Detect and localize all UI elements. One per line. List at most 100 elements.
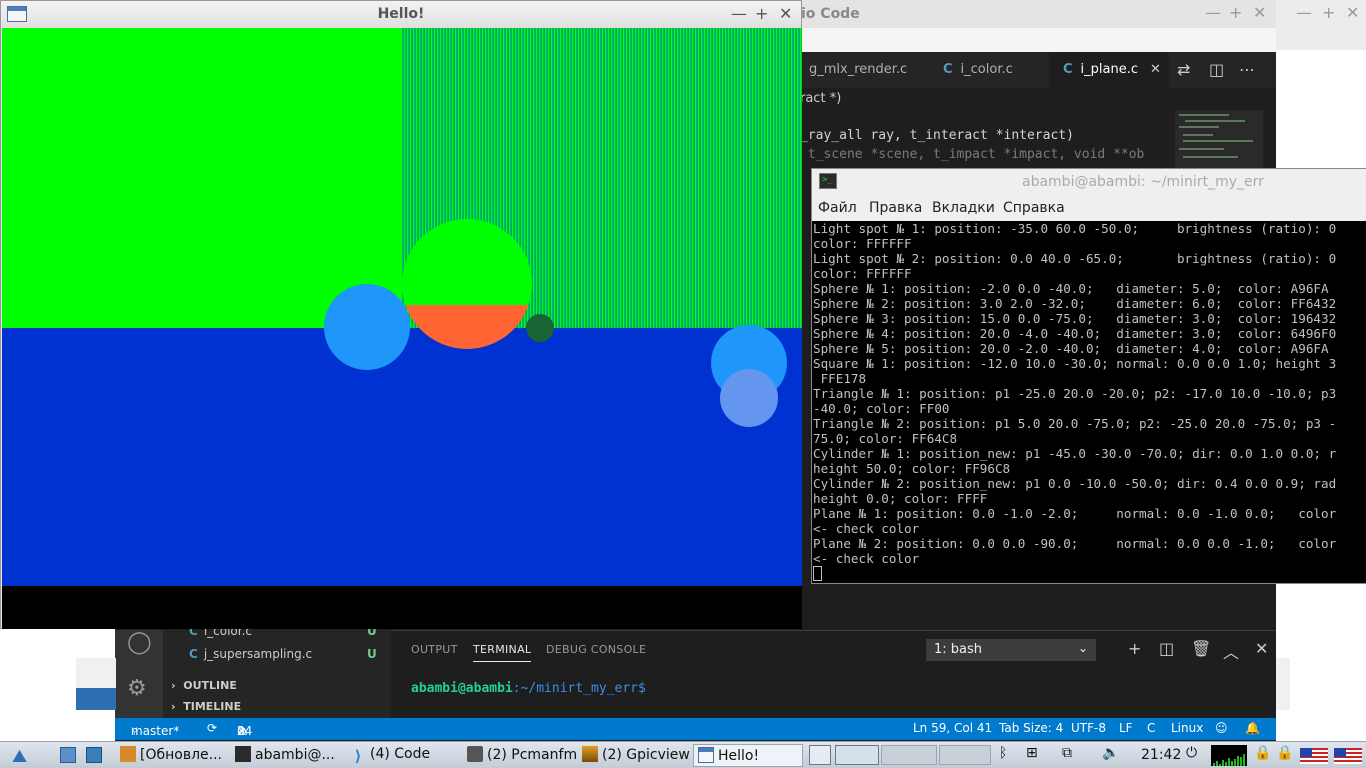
maximize-icon[interactable]: + [1322,3,1335,22]
trash-icon[interactable]: 🗑 [1191,639,1211,658]
pager-workspace-3[interactable] [881,745,937,765]
cpu-monitor [1211,745,1247,766]
us-flag-icon[interactable] [1334,748,1362,764]
terminal-select-value: 1: bash [934,642,983,657]
menu-help[interactable]: Справка [1003,200,1065,216]
c-file-icon: C [189,647,198,661]
terminal-titlebar[interactable]: >_ abambi@abambi: ~/minirt_my_err [812,169,1366,195]
close-icon[interactable]: ✕ [1346,3,1359,22]
chevron-right-icon: › [171,679,176,692]
terminal-line: Plane № 2: position: 0.0 0.0 -90.0; norm… [813,536,1337,551]
terminal-output[interactable]: Light spot № 1: position: -35.0 60.0 -50… [813,221,1366,583]
source-control-icon[interactable]: ⇄ [1177,60,1190,79]
tab-size[interactable]: Tab Size: 4 [999,721,1063,735]
terminal-line: Sphere № 5: position: 20.0 -2.0 -40.0; d… [813,341,1329,356]
render-canvas[interactable] [2,28,802,629]
chevron-up-icon[interactable]: ︿ [1223,639,1239,663]
start-menu-icon[interactable]: ⛰ [4,744,48,767]
branch-name: master* [131,724,180,738]
sync-icon[interactable]: ⟳ [207,721,217,735]
section-label: OUTLINE [183,679,237,692]
volume-icon[interactable]: 🔈 [1102,745,1119,761]
close-icon[interactable]: ✕ [779,4,792,23]
encoding[interactable]: UTF-8 [1071,721,1106,735]
power-icon[interactable]: ⏻ [1186,745,1197,761]
split-terminal-icon[interactable]: ◫ [1159,639,1174,658]
background-window: — + ✕ [1276,0,1366,50]
tab-label: i_color.c [960,62,1013,77]
lock-icon[interactable]: 🔒 [1254,745,1271,761]
us-flag-icon[interactable] [1300,748,1328,764]
task-terminal[interactable]: abambi@... [231,744,339,767]
task-pcmanfm[interactable]: (2) Pcmanfm [463,744,581,767]
feedback-icon[interactable]: ☺ [1215,721,1228,735]
terminal-select[interactable]: 1: bash ⌄ [926,639,1096,661]
pager-workspace-1[interactable] [809,745,831,765]
task-label: [Обновле... [140,747,222,763]
bottom-panel: OUTPUT TERMINAL DEBUG CONSOLE 1: bash ⌄ … [391,630,1276,718]
tab-i-color[interactable]: Ci_color.c [929,52,1049,88]
task-hello[interactable]: Hello! [693,744,803,767]
cursor-position[interactable]: Ln 59, Col 41 [913,721,992,735]
task-label: Hello! [718,748,760,764]
tab-terminal[interactable]: TERMINAL [473,643,532,662]
close-icon[interactable]: ✕ [1253,3,1266,22]
lock-icon[interactable]: 🔒 [1276,745,1293,761]
menu-tabs[interactable]: Вкладки [932,200,995,216]
terminal-line: <- check color [813,521,920,536]
show-desktop-icon[interactable] [56,744,84,767]
settings-gear-icon[interactable]: ⚙ [127,676,147,701]
terminal-line: Sphere № 4: position: 20.0 -4.0 -40.0; d… [813,326,1337,341]
close-tab-icon[interactable]: ✕ [1150,62,1161,77]
minimize-icon[interactable]: — [731,4,747,23]
prompt-user: abambi@abambi [411,681,513,696]
timeline-section[interactable]: › TIMELINE [171,700,241,713]
status-bar: ⑂ master* ⟳ ⊗ 24 ⚠ 0 Ln 59, Col 41 Tab S… [115,718,1276,740]
network-icon[interactable]: ⧉ [1062,745,1072,761]
tab-debug-console[interactable]: DEBUG CONSOLE [546,643,646,656]
menu-file[interactable]: Файл [818,200,857,216]
terminal-line: height 0.0; color: FFFF [813,491,988,506]
maximize-icon[interactable]: + [1229,3,1242,22]
terminal-line: color: FFFFFF [813,266,912,281]
split-editor-icon[interactable]: ◫ [1209,60,1224,79]
platform[interactable]: Linux [1171,721,1203,735]
explorer-file[interactable]: Cj_supersampling.c U [189,647,377,667]
task-updater[interactable]: [Обновле... [116,744,226,767]
green-square [2,28,402,328]
terminal-line: FFE178 [813,371,867,386]
more-actions-icon[interactable]: ⋯ [1239,60,1255,79]
outline-section[interactable]: › OUTLINE [171,679,237,692]
pager-workspace-4[interactable] [939,745,991,765]
hello-titlebar[interactable]: Hello! — + ✕ [1,1,801,28]
task-vscode[interactable]: ⟩ (4) Code [346,744,434,767]
minimize-icon[interactable]: — [1296,3,1312,22]
workspace-switcher-icon[interactable] [82,744,110,767]
maximize-icon[interactable]: + [755,4,768,23]
terminal-line: Triangle № 1: position: p1 -25.0 20.0 -2… [813,386,1337,401]
menu-edit[interactable]: Правка [869,200,922,216]
language-mode[interactable]: C [1147,721,1155,735]
file-status: U [367,647,377,661]
sphere-small-dark-green [526,314,554,342]
task-gpicview[interactable]: (2) Gpicview [578,744,694,767]
minimap[interactable] [1175,110,1263,170]
tab-i-plane[interactable]: Ci_plane.c ✕ [1049,52,1169,88]
prompt-path: :~/minirt_my_err$ [512,681,646,696]
c-file-icon: C [1063,62,1073,77]
pager-workspace-2[interactable] [835,745,879,765]
bluetooth-icon[interactable]: ᛒ [999,745,1007,761]
eol[interactable]: LF [1119,721,1133,735]
clock[interactable]: 21:42 [1141,747,1181,763]
tab-g-mlx-render[interactable]: g_mlx_render.c [795,52,935,88]
update-icon[interactable]: ⊞ [1026,745,1038,761]
file-name: j_supersampling.c [203,647,313,661]
bell-icon[interactable]: 🔔 [1245,721,1260,735]
terminal-line: Cylinder № 2: position_new: p1 0.0 -10.0… [813,476,1337,491]
tab-output[interactable]: OUTPUT [411,643,458,656]
minimize-icon[interactable]: — [1205,3,1221,22]
terminal-prompt[interactable]: abambi@abambi:~/minirt_my_err$ [411,681,646,696]
close-panel-icon[interactable]: ✕ [1255,639,1268,658]
account-icon[interactable]: ◯ [127,630,152,655]
new-terminal-icon[interactable]: + [1128,639,1141,658]
